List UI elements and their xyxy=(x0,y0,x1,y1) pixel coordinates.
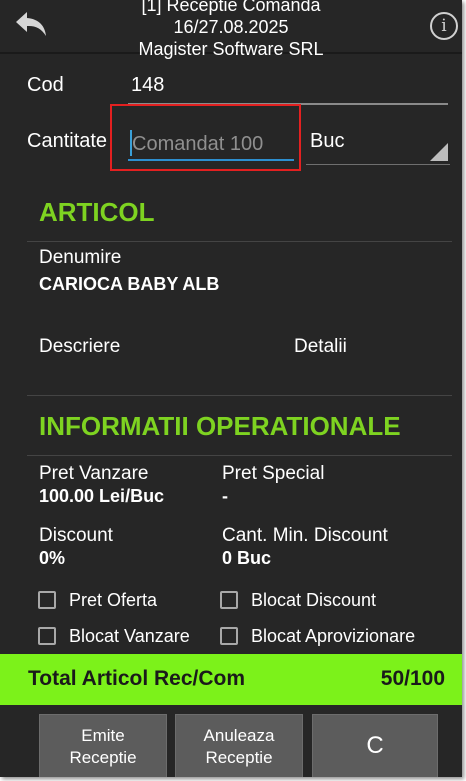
highlight-box xyxy=(110,104,301,171)
dropdown-triangle-icon xyxy=(430,143,448,161)
emite-receptie-button[interactable]: Emite Receptie xyxy=(39,714,167,777)
informatii-divider xyxy=(27,455,452,456)
title-line-2: 16/27.08.2025 xyxy=(173,17,289,37)
total-bar: Total Articol Rec/Com 50/100 xyxy=(0,654,462,705)
button-label-line2: Receptie xyxy=(205,748,273,767)
button-label-line1: Anuleaza xyxy=(203,726,275,745)
anuleaza-receptie-button[interactable]: Anuleaza Receptie xyxy=(175,714,303,777)
unit-dropdown[interactable]: Buc xyxy=(310,129,450,163)
info-icon: i xyxy=(441,16,447,36)
button-label-line2: Receptie xyxy=(69,748,137,767)
cod-field[interactable]: 148 xyxy=(131,74,164,97)
checkbox-icon[interactable] xyxy=(220,591,238,609)
checkbox-label: Pret Oferta xyxy=(69,590,158,610)
unit-value: Buc xyxy=(310,130,345,152)
checkbox-label: Blocat Aprovizionare xyxy=(251,626,416,646)
total-label: Total Articol Rec/Com xyxy=(28,667,246,690)
cod-label: Cod xyxy=(27,74,64,96)
cantitate-label: Cantitate xyxy=(27,130,108,152)
discount-value: 0% xyxy=(39,548,66,568)
articol-section-title: ARTICOL xyxy=(39,197,155,227)
checkbox-icon[interactable] xyxy=(38,627,56,645)
info-button[interactable]: i xyxy=(430,12,458,40)
checkbox-icon[interactable] xyxy=(220,627,238,645)
back-button[interactable] xyxy=(14,10,50,40)
button-label-line1: Emite xyxy=(81,726,125,745)
pret-special-label: Pret Special xyxy=(222,463,325,484)
denumire-label: Denumire xyxy=(39,247,122,268)
title-line-1: [1] Receptie Comanda xyxy=(141,0,321,15)
back-arrow-icon xyxy=(16,12,46,36)
informatii-section-title: INFORMATII OPERATIONALE xyxy=(39,411,401,441)
c-button-label: C xyxy=(366,732,384,759)
checkbox-label: Blocat Vanzare xyxy=(69,626,190,646)
pret-vanzare-value: 100.00 Lei/Buc xyxy=(39,486,165,506)
header-bar: [1] Receptie Comanda 16/27.08.2025 Magis… xyxy=(0,0,462,59)
app-screen: [1] Receptie Comanda 16/27.08.2025 Magis… xyxy=(0,0,462,777)
cant-min-discount-label: Cant. Min. Discount xyxy=(222,525,388,546)
checkbox-icon[interactable] xyxy=(38,591,56,609)
total-value: 50/100 xyxy=(380,667,445,690)
descriere-label: Descriere xyxy=(39,336,121,357)
pret-special-value: - xyxy=(222,486,228,506)
detalii-label: Detalii xyxy=(294,336,347,357)
denumire-value: CARIOCA BABY ALB xyxy=(39,274,220,294)
title-line-3: Magister Software SRL xyxy=(138,39,324,59)
pret-vanzare-label: Pret Vanzare xyxy=(39,463,149,484)
discount-label: Discount xyxy=(39,525,113,546)
unit-underline xyxy=(306,164,450,165)
checkbox-label: Blocat Discount xyxy=(251,590,377,610)
page-title: [1] Receptie Comanda 16/27.08.2025 Magis… xyxy=(60,0,402,60)
articol-divider xyxy=(27,241,452,242)
c-button[interactable]: C xyxy=(312,714,438,777)
articol-bottom-divider xyxy=(27,395,452,396)
cant-min-discount-value: 0 Buc xyxy=(222,548,272,568)
